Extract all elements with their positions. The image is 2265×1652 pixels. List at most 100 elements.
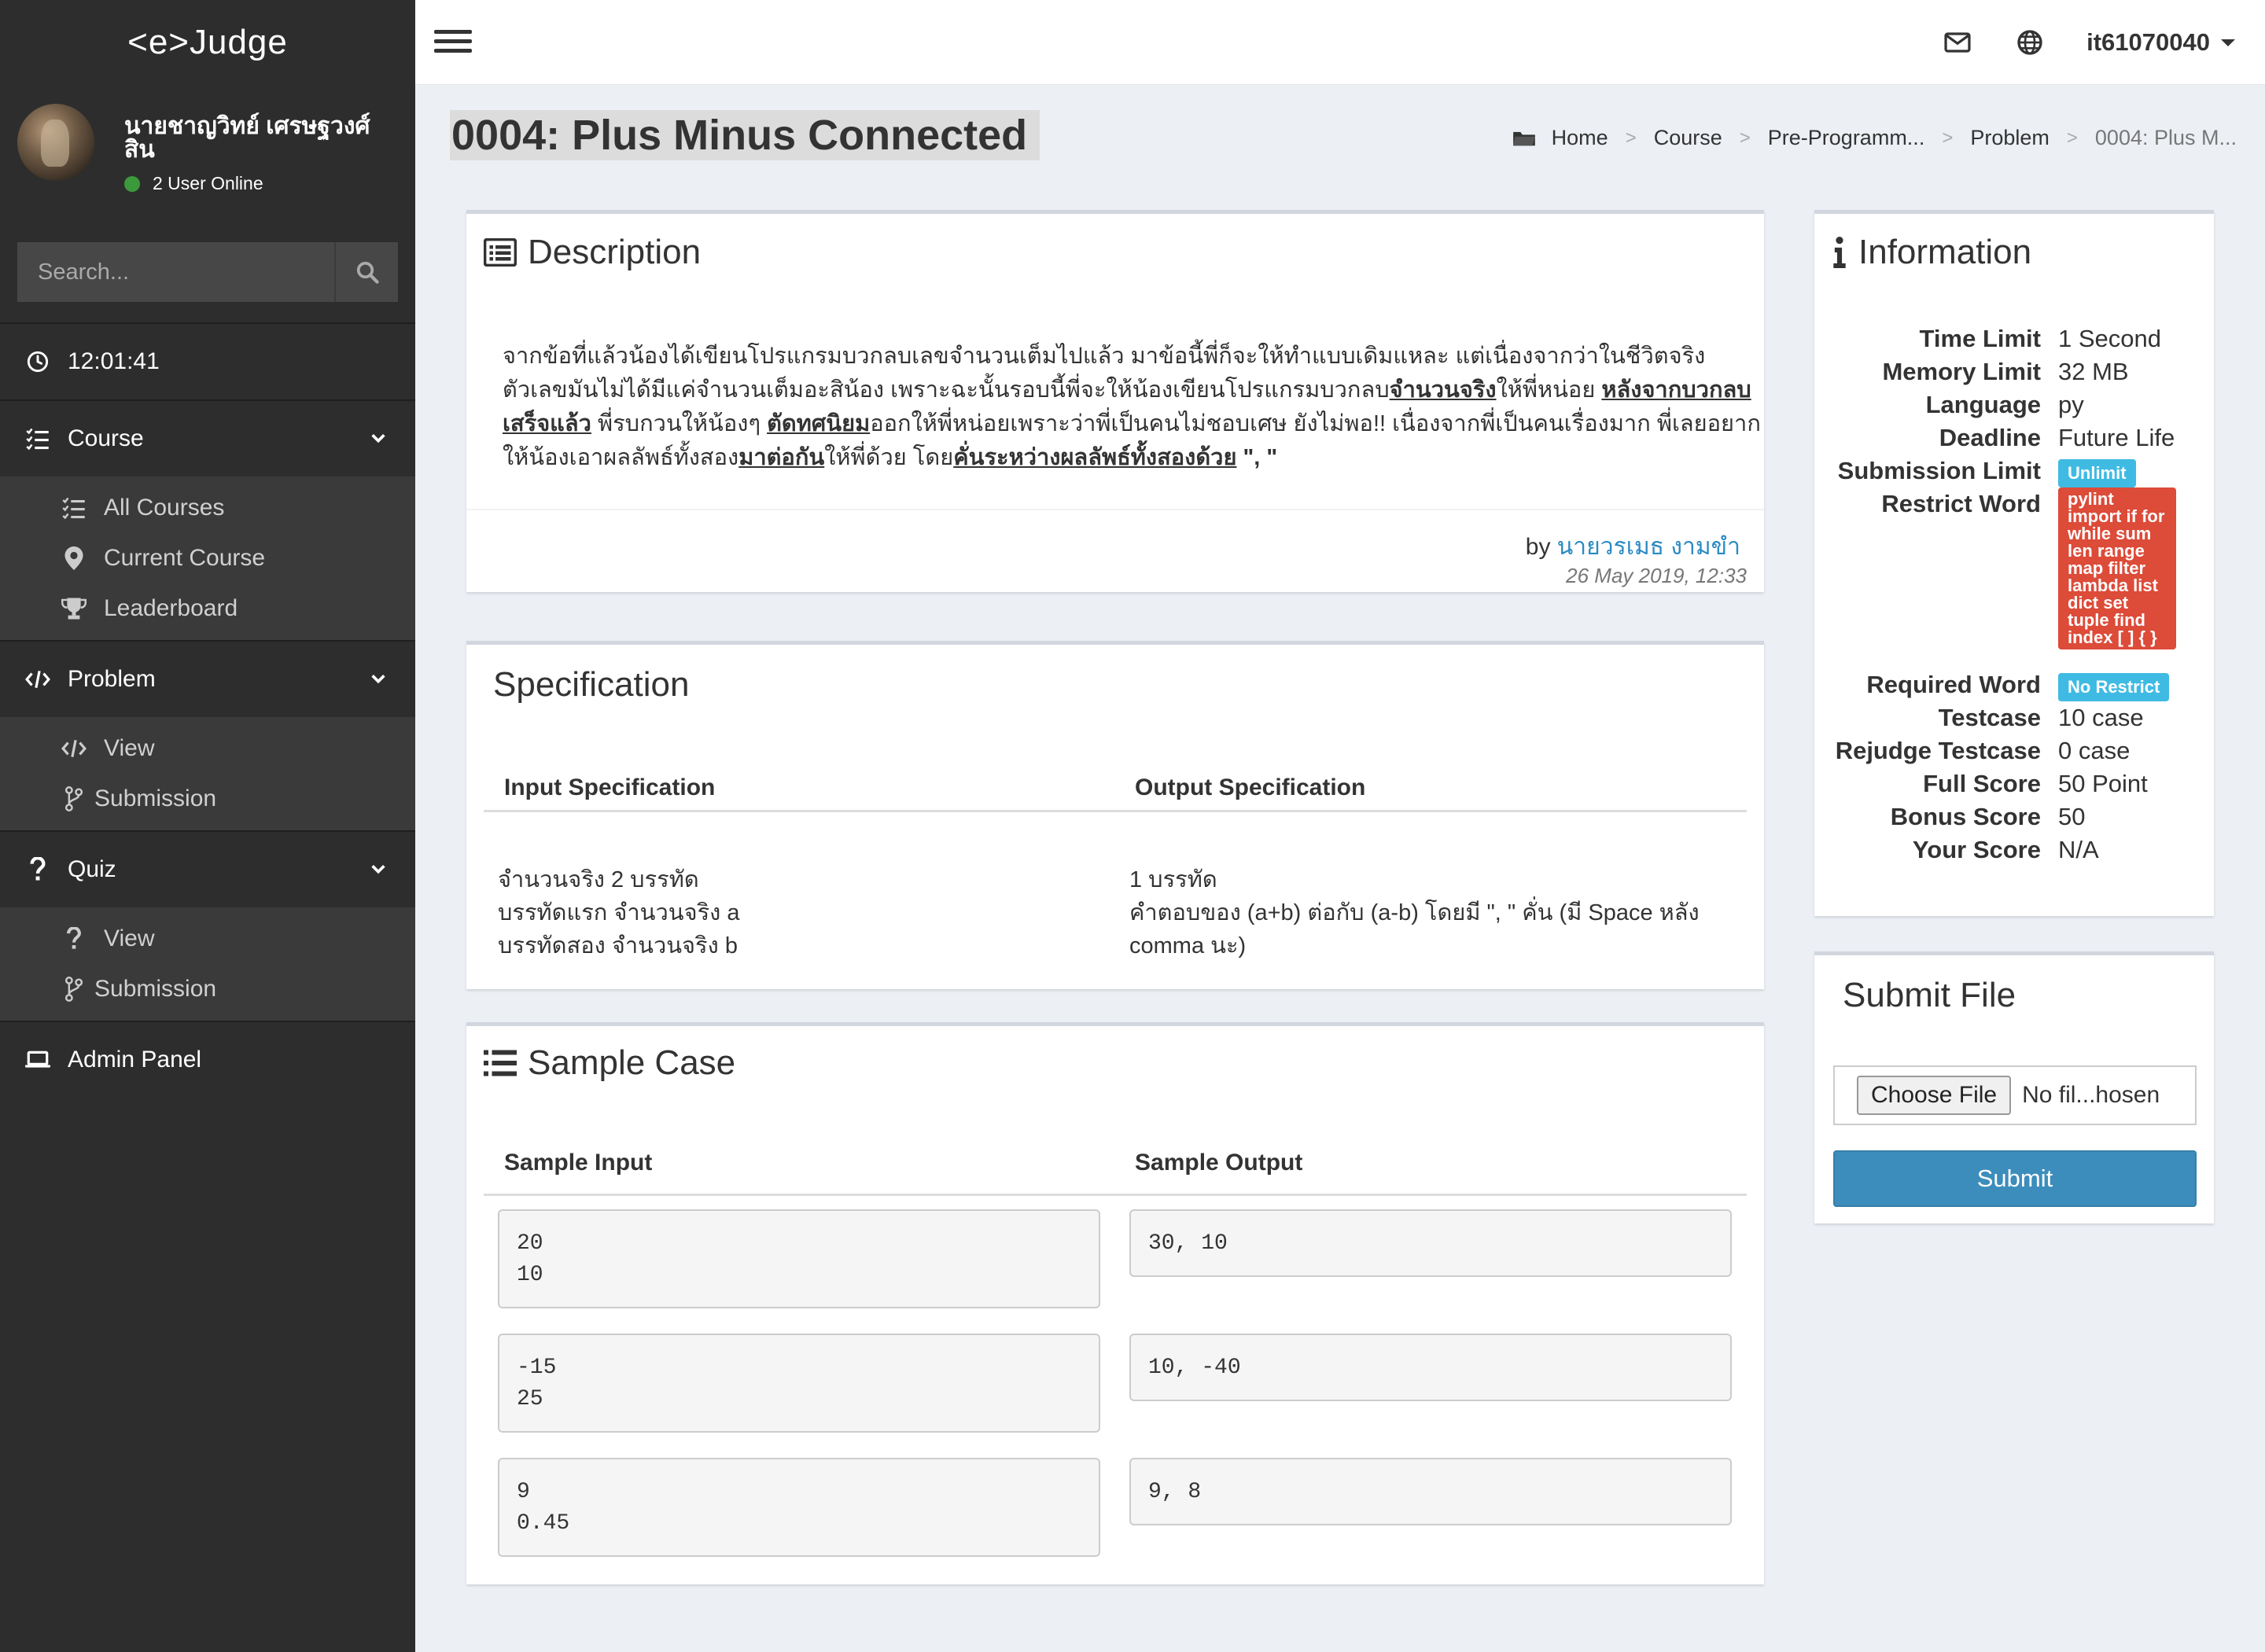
sidebar-item-label: Submission: [94, 976, 217, 1002]
username: it61070040: [2086, 28, 2210, 56]
breadcrumb: Home > Course > Pre-Programm... > Proble…: [1512, 126, 2237, 150]
breadcrumb-course[interactable]: Course: [1654, 126, 1722, 150]
info-icon: [1833, 237, 1846, 268]
list-icon: [484, 1050, 517, 1076]
information-title: Information: [1858, 233, 2032, 271]
sample-output-header: Sample Output: [1135, 1150, 1303, 1176]
sidebar-item-label: Submission: [94, 786, 217, 811]
sidebar-item-label: Quiz: [68, 856, 116, 882]
user-panel: นายชาญวิทย์ เศรษฐวงศ์สิน 2 User Online: [0, 85, 415, 193]
info-bonus-score: Bonus Score 50: [1890, 803, 2086, 830]
file-input[interactable]: Choose File No fil...hosen: [1833, 1065, 2197, 1125]
specification-title: Specification: [493, 665, 690, 704]
sidebar-item-problem-submission[interactable]: Submission: [0, 774, 415, 824]
sidebar-item-leaderboard[interactable]: Leaderboard: [0, 583, 415, 634]
choose-file-button[interactable]: Choose File: [1857, 1076, 2012, 1115]
avatar: [17, 104, 94, 181]
sidebar-item-label: Course: [68, 425, 144, 451]
clock-time: 12:01:41: [68, 348, 160, 374]
breadcrumb-problem[interactable]: Problem: [1970, 126, 2050, 150]
info-your-score: Your Score N/A: [1912, 836, 2099, 863]
input-spec-body: จำนวนจริง 2 บรรทัด บรรทัดแรก จำนวนจริง a…: [498, 867, 740, 958]
question-icon: [25, 857, 50, 882]
online-count: 2 User Online: [153, 173, 263, 193]
sample-output-2: 10, -40: [1129, 1334, 1732, 1401]
sample-case-box: Sample Case Sample Input Sample Output 2…: [466, 1022, 1764, 1584]
info-full-score: Full Score 50 Point: [1923, 770, 2148, 797]
sample-input-1: 20 10: [498, 1209, 1100, 1308]
info-restrict-word: Restrict Word pylint import if for while …: [1814, 488, 2215, 652]
breadcrumb-course-name[interactable]: Pre-Programm...: [1768, 126, 1925, 150]
sidebar-item-problem-view[interactable]: View: [0, 723, 415, 774]
info-testcase: Testcase 10 case: [1938, 704, 2144, 731]
top-navbar: it61070040: [415, 0, 2265, 85]
unlimit-badge: Unlimit: [2058, 459, 2136, 488]
user-menu[interactable]: it61070040: [2086, 28, 2235, 57]
user-name: นายชาญวิทย์ เศรษฐวงศ์สิน: [124, 113, 370, 163]
info-language: Language py: [1925, 391, 2084, 418]
sidebar-menu: 12:01:41 Course All Courses Current Cour…: [0, 322, 415, 1098]
sidebar-item-all-courses[interactable]: All Courses: [0, 483, 415, 533]
sample-case-header: Sample Case: [484, 1043, 735, 1083]
app-logo[interactable]: <e>Judge: [0, 0, 415, 85]
map-marker-icon: [61, 546, 87, 571]
info-deadline: Deadline Future Life: [1939, 424, 2175, 451]
search-icon: [356, 261, 379, 284]
submit-button[interactable]: Submit: [1833, 1150, 2197, 1207]
sample-output-3: 9, 8: [1129, 1458, 1732, 1525]
sidebar-clock: 12:01:41: [0, 324, 415, 399]
code-icon: [61, 736, 87, 761]
globe-icon: [2017, 30, 2042, 55]
sidebar-item-admin-panel[interactable]: Admin Panel: [0, 1022, 415, 1098]
output-spec-body: 1 บรรทัด คำตอบของ (a+b) ต่อกับ (a-b) โดย…: [1129, 867, 1700, 958]
sample-input-header: Sample Input: [504, 1150, 653, 1176]
submit-file-box: Submit File Choose File No fil...hosen S…: [1814, 951, 2214, 1223]
information-header: Information: [1832, 233, 2031, 272]
sidebar-item-current-course[interactable]: Current Course: [0, 533, 415, 583]
clock-icon: [25, 349, 50, 374]
author-line: by นายวรเมธ งามขำ: [1525, 534, 1740, 560]
info-rejudge-testcase: Rejudge Testcase 0 case: [1835, 737, 2131, 764]
description-title: Description: [528, 233, 702, 271]
post-date: 26 May 2019, 12:33: [1566, 564, 1747, 587]
folder-icon: [1512, 131, 1535, 145]
sample-case-title: Sample Case: [528, 1043, 736, 1082]
sidebar-search: [17, 242, 398, 302]
sidebar-item-label: Leaderboard: [104, 595, 238, 621]
sidebar-item-quiz-submission[interactable]: Submission: [0, 964, 415, 1014]
sidebar-item-label: All Courses: [104, 495, 225, 521]
no-restrict-badge: No Restrict: [2058, 673, 2170, 701]
code-fork-icon: [61, 977, 87, 1002]
submit-file-title: Submit File: [1843, 976, 2016, 1014]
file-status: No fil...hosen: [2022, 1082, 2160, 1108]
search-input[interactable]: [17, 242, 334, 302]
tasks-icon: [25, 426, 50, 451]
sidebar-item-quiz-view[interactable]: View: [0, 914, 415, 964]
sidebar-item-label: View: [104, 735, 155, 761]
chevron-down-icon: [371, 434, 385, 443]
breadcrumb-home[interactable]: Home: [1552, 126, 1608, 150]
author-link[interactable]: นายวรเมธ งามขำ: [1557, 534, 1740, 560]
search-button[interactable]: [334, 242, 398, 302]
sidebar-item-label: View: [104, 925, 155, 951]
description-box: Description จากข้อที่แล้วน้องได้เขียนโปร…: [466, 210, 1764, 592]
online-dot-icon: [124, 175, 140, 192]
sample-input-2: -15 25: [498, 1334, 1100, 1433]
course-submenu: All Courses Current Course Leaderboard: [0, 476, 415, 640]
list-alt-icon: [484, 238, 517, 267]
problem-submenu: View Submission: [0, 717, 415, 830]
sidebar-toggle-button[interactable]: [434, 30, 472, 57]
sidebar-item-quiz[interactable]: Quiz: [0, 832, 415, 907]
chevron-down-icon: [371, 675, 385, 684]
messages-button[interactable]: [1942, 27, 1973, 58]
sidebar-item-problem[interactable]: Problem: [0, 642, 415, 717]
sidebar-item-course[interactable]: Course: [0, 401, 415, 476]
information-box: Information Time Limit 1 Second Memory Li…: [1814, 210, 2214, 916]
envelope-icon: [1944, 32, 1971, 53]
laptop-icon: [25, 1047, 50, 1073]
code-fork-icon: [61, 786, 87, 811]
quiz-submenu: View Submission: [0, 907, 415, 1021]
info-required-word: Required Word No Restrict: [1814, 668, 2215, 701]
info-submission-limit: Submission Limit Unlimit: [1814, 454, 2215, 488]
language-button[interactable]: [2014, 27, 2046, 58]
